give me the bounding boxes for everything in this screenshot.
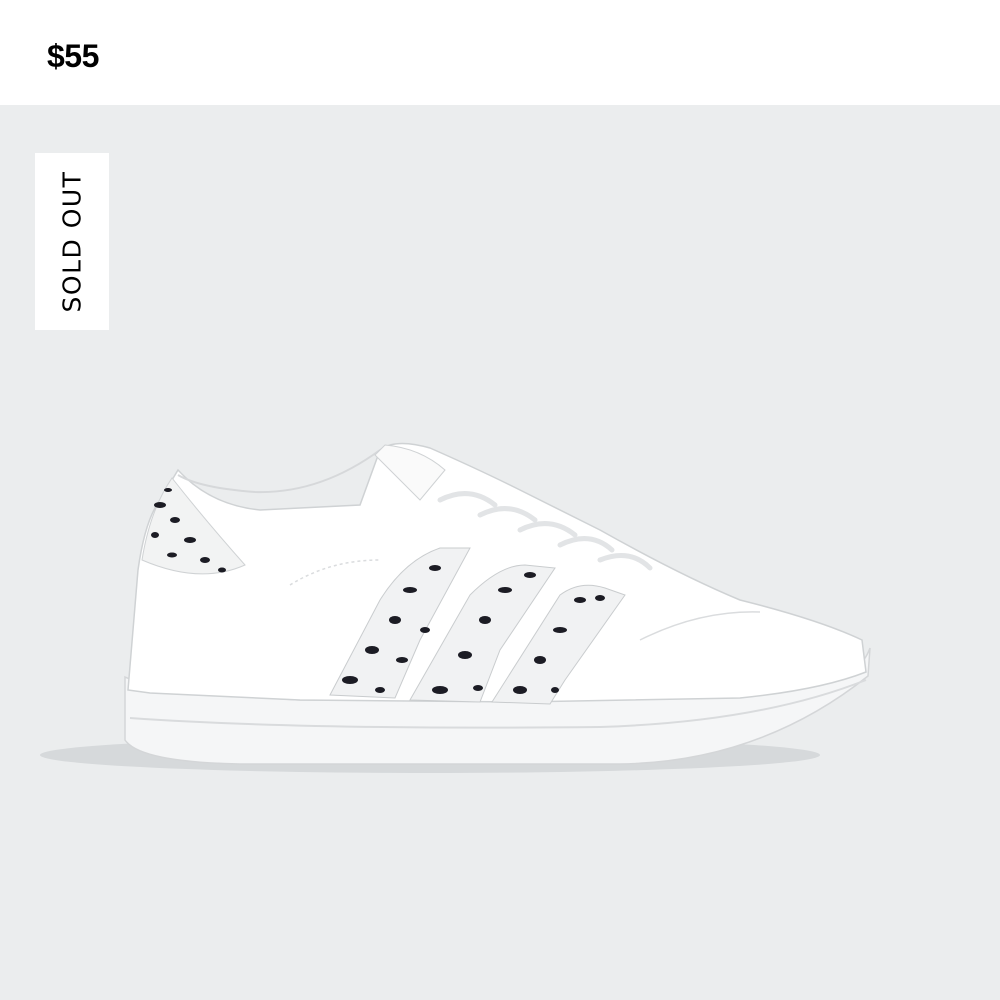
price-header: $55 [0,0,1000,105]
shoe-upper [127,442,867,703]
product-price: $55 [47,38,99,74]
sneaker-image [40,442,871,773]
shoe-collar [177,449,381,494]
sold-out-badge: SOLD OUT [35,153,109,330]
product-image-area[interactable]: SOLD OUT [0,105,1000,1000]
sold-out-label: SOLD OUT [57,170,87,313]
